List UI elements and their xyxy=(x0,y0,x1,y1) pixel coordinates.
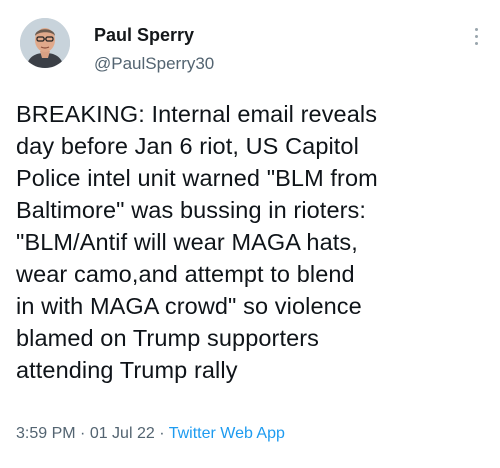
tweet-text-line: BREAKING: Internal email reveals xyxy=(16,101,378,127)
tweet-text-line: day before Jan 6 riot, US Capitol xyxy=(16,133,359,159)
avatar-image xyxy=(20,18,70,68)
tweet-time[interactable]: 3:59 PM xyxy=(16,425,76,442)
more-dot xyxy=(474,28,478,31)
tweet-meta: 3:59 PM · 01 Jul 22 · Twitter Web App xyxy=(16,424,285,444)
tweet-text-line: wear camo,and attempt to blend xyxy=(16,261,355,287)
meta-separator: · xyxy=(75,425,90,442)
author-display-name[interactable]: Paul Sperry xyxy=(94,24,214,46)
tweet-header: Paul Sperry @PaulSperry30 xyxy=(18,14,488,84)
tweet-text-line: in with MAGA crowd" so violence xyxy=(16,293,362,319)
meta-separator: · xyxy=(154,425,169,442)
tweet-text-line: blamed on Trump supporters xyxy=(16,325,320,351)
author-handle[interactable]: @PaulSperry30 xyxy=(94,54,214,74)
tweet-text-line: attending Trump rally xyxy=(16,357,238,383)
more-dot xyxy=(474,35,478,38)
more-options-icon[interactable] xyxy=(468,24,484,50)
tweet-text-line: Police intel unit warned "BLM from xyxy=(16,165,378,191)
more-dot xyxy=(474,42,478,45)
tweet-text-line: Baltimore" was bussing in rioters: xyxy=(16,197,367,223)
tweet-source-link[interactable]: Twitter Web App xyxy=(169,425,285,442)
avatar[interactable] xyxy=(20,18,70,68)
tweet-text: BREAKING: Internal email reveals day bef… xyxy=(16,98,486,386)
tweet-text-line: "BLM/Antif will wear MAGA hats, xyxy=(16,229,358,255)
tweet-date[interactable]: 01 Jul 22 xyxy=(90,425,155,442)
author-info: Paul Sperry @PaulSperry30 xyxy=(94,24,214,74)
tweet-card: Paul Sperry @PaulSperry30 BREAKING: Inte… xyxy=(0,0,500,468)
